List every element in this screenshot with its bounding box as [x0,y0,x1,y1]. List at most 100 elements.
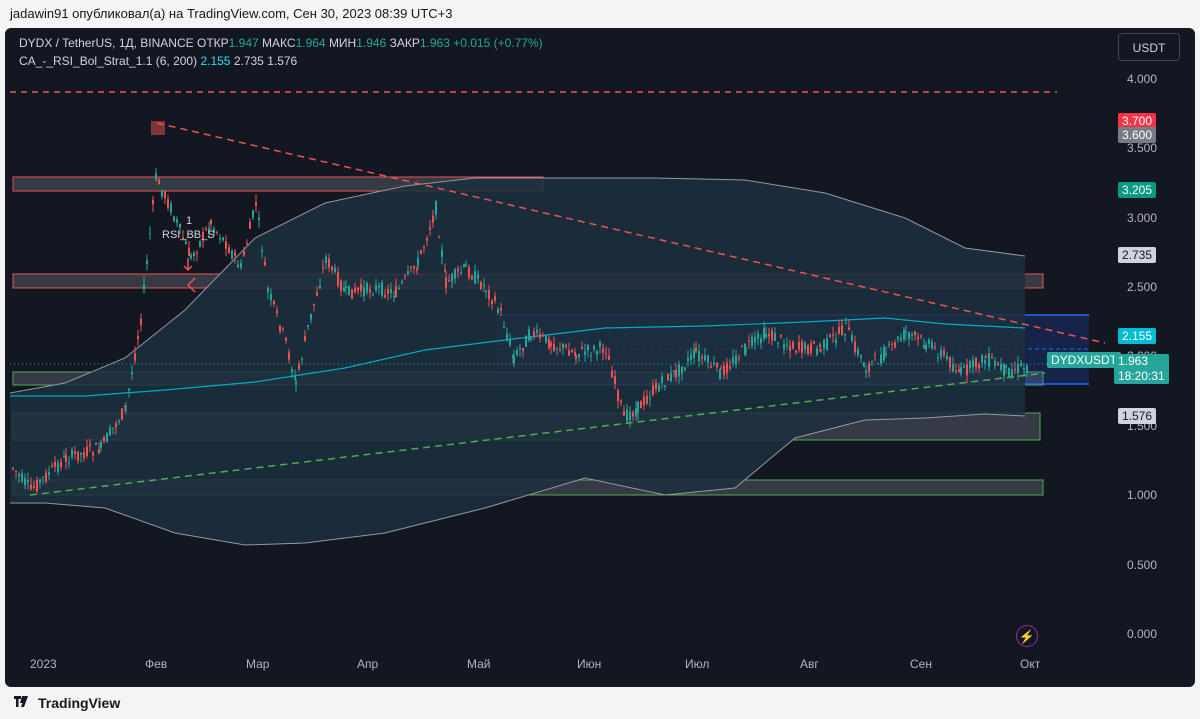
candle-body [345,286,347,288]
candle-body [553,343,555,351]
candle-body [387,288,389,294]
candle-body [270,293,272,301]
candle-body [146,260,148,265]
candle-body [77,451,79,461]
candle-body [291,369,293,373]
candle-body [559,349,561,351]
chart-canvas[interactable]: 1 RSI_BB_S [5,28,1195,687]
candle-body [348,285,350,295]
lightning-icon[interactable]: ⚡ [1016,625,1038,647]
candle-body [988,353,990,367]
candle-body [536,329,538,333]
candle-body [813,341,815,344]
candle-body [789,345,791,352]
candle-body [548,338,550,349]
candle-body [845,323,847,325]
time-axis-label: Май [467,657,491,671]
candle-body [617,390,619,402]
candle-body [255,202,257,206]
candle-body [888,343,890,345]
candle-body [134,353,136,361]
candle-body [74,451,76,454]
candle-body [581,346,583,349]
candle-body [24,477,26,486]
currency-button[interactable]: USDT [1118,33,1180,61]
candle-body [185,241,187,245]
candle-body [343,288,345,292]
candle-body [783,344,785,349]
candle-body [210,219,212,225]
current-price-tag: 1.963 18:20:31 [1114,354,1169,384]
candle-body [687,357,689,362]
candle-body [106,433,108,443]
candle-body [301,358,303,360]
candle-body [914,331,916,336]
candle-body [667,374,669,381]
candle-body [48,472,50,475]
candle-body [375,285,377,291]
symbol-label[interactable]: DYDX / TetherUS, 1Д, BINANCE [19,36,194,50]
candle-body [960,367,962,374]
candle-body [92,452,94,456]
candle-body [384,294,386,298]
candle-body [231,250,233,259]
candle-body [170,203,172,213]
candle-body [955,370,957,372]
candle-body [1023,367,1025,370]
candle-body [774,332,776,341]
candle-body [237,264,239,268]
candle-body [503,326,505,328]
candle-body [623,411,625,416]
indicator-line: CA_-_RSI_Bol_Strat_1.1 (6, 200) 2.155 2.… [19,52,543,70]
candle-body [65,454,67,462]
candle-body [451,273,453,282]
candle-body [513,356,515,364]
candle-body [863,363,865,367]
candle-body [868,363,870,373]
price-tag: 3.205 [1118,182,1157,199]
chart-panel[interactable]: 1 RSI_BB_S DYDX / TetherUS, 1Д, BINANCE О… [5,28,1195,687]
candle-body [298,363,300,370]
candle-body [228,247,230,254]
candle-body [372,294,374,296]
candle-body [920,335,922,337]
candle-body [894,342,896,348]
candle-body [810,343,812,354]
candle-body [115,423,117,428]
time-axis-label: Окт [1020,657,1041,671]
candle-body [678,364,680,377]
tradingview-logo-icon [14,696,28,707]
candle-body [670,373,672,382]
candle-body [33,486,35,488]
candle-body [931,341,933,349]
candle-body [578,353,580,358]
candle-body [285,337,287,341]
candle-body [225,241,227,249]
candle-body [261,250,263,252]
candle-body [826,338,828,350]
candle-body [985,356,987,358]
candle-body [525,335,527,347]
candle-body [643,396,645,406]
ticker-tag: DYDXUSDT [1047,352,1122,368]
candle-body [54,461,56,467]
candle-body [125,406,127,408]
candle-body [716,363,718,368]
candle-body [804,342,806,350]
candle-body [179,223,181,229]
candle-body [420,250,422,254]
candle-body [413,266,415,269]
candle-body [903,329,905,340]
candle-body [351,289,353,299]
candle-body [264,261,266,266]
candle-body [381,282,383,296]
candle-body [652,385,654,395]
candle-body [328,258,330,268]
candle-body [741,346,743,348]
candle-body [100,441,102,448]
tradingview-logo[interactable]: TradingView [14,694,120,712]
price-axis-label: 3.000 [1127,210,1158,225]
candle-body [698,351,700,362]
candle-body [707,355,709,363]
indicator-name[interactable]: CA_-_RSI_Bol_Strat_1.1 (6, 200) [19,54,197,68]
